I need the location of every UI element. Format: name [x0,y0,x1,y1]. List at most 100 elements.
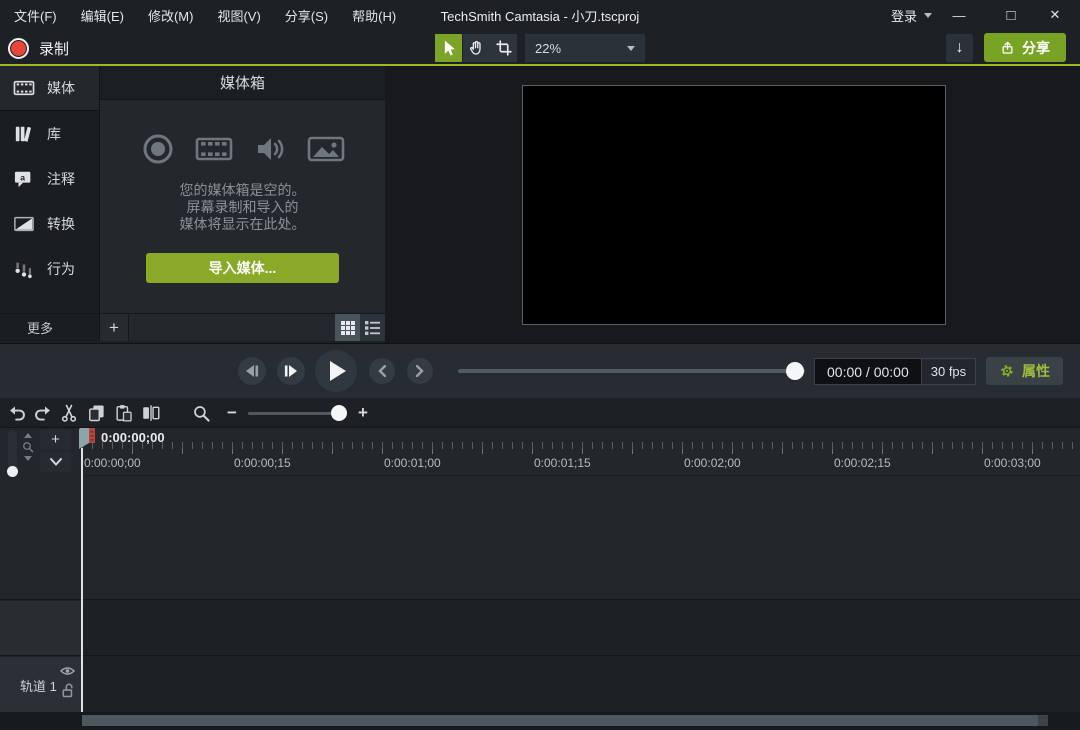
arrow-up-icon[interactable] [24,433,32,438]
properties-label: 属性 [1022,361,1050,381]
playback-slider-thumb[interactable] [786,362,804,380]
ruler-label: 0:00:00;00 [84,456,141,470]
import-media-button[interactable]: 导入媒体... [146,253,339,283]
magnifier-icon [192,404,211,423]
menu-modify[interactable]: 修改(M) [148,6,194,25]
audio-speaker-icon [253,132,287,166]
next-frame-icon [284,365,298,377]
sidebar-item-annotations[interactable]: a 注释 [0,156,99,201]
undo-button[interactable] [4,398,30,428]
share-label: 分享 [1022,38,1050,58]
add-track-button[interactable]: + [40,429,71,449]
annotation-icon: a [13,169,35,189]
sidebar-item-library[interactable]: 库 [0,111,99,156]
list-icon [364,320,381,336]
sidebar-item-media[interactable]: 媒体 [0,66,99,111]
sidebar-more-button[interactable]: 更多 [0,313,100,341]
filmstrip-icon [13,78,35,98]
arrow-down-icon[interactable] [24,456,32,461]
chevron-left-icon [378,365,386,377]
copy-button[interactable] [83,398,109,428]
canvas-zoom-dropdown[interactable]: 22% [525,34,645,62]
eye-icon[interactable] [60,666,75,676]
maximize-button[interactable]: □ [994,0,1028,30]
login-label: 登录 [891,6,917,25]
track-1-flags [60,666,75,698]
menu-share[interactable]: 分享(S) [285,6,328,25]
record-button[interactable]: 录制 [8,34,69,62]
sidebar-more-label: 更多 [27,318,53,337]
jump-back-button[interactable] [369,358,395,384]
login-button[interactable]: 登录 [891,0,932,30]
track-height-slider-thumb[interactable] [7,466,18,477]
redo-icon [33,404,53,422]
timeline-zoom-out-button[interactable]: − [219,398,245,428]
menu-file[interactable]: 文件(F) [14,6,57,25]
track-row-empty[interactable] [0,599,1080,655]
sidebar-item-transitions[interactable]: 转换 [0,201,99,246]
split-icon [141,404,161,422]
select-tool-button[interactable] [435,34,462,62]
chevron-right-icon [416,365,424,377]
ruler-label: 0:00:03;00 [984,456,1041,470]
menu-view[interactable]: 视图(V) [217,6,260,25]
preview-stage[interactable] [522,85,946,325]
share-button[interactable]: 分享 [984,33,1066,62]
ruler-label: 0:00:01;00 [384,456,441,470]
canvas-zoom-value: 22% [535,41,561,56]
track-row-1[interactable]: 轨道 1 [0,655,1080,712]
add-media-button[interactable]: + [100,314,129,341]
gear-icon [999,363,1015,379]
sidebar-item-label: 媒体 [47,78,75,98]
timeline-scrollbar-thumb[interactable] [82,715,1048,726]
play-button[interactable] [315,350,357,392]
playhead-flag[interactable] [78,428,97,449]
properties-button[interactable]: 属性 [986,357,1063,385]
grid-view-button[interactable] [335,314,360,341]
copy-icon [87,403,106,423]
timeline-zoom-slider-thumb[interactable] [331,405,347,421]
menu-help[interactable]: 帮助(H) [352,6,396,25]
ruler-minor-ticks [82,442,1080,449]
media-bin-bottom-bar: + [100,313,385,341]
timeline-scrollbar [0,712,1080,730]
crop-tool-button[interactable] [490,34,517,62]
redo-button[interactable] [30,398,56,428]
timeline-zoom-in-button[interactable]: + [350,398,376,428]
framerate-display[interactable]: 30 fps [921,359,975,384]
sidebar-item-behaviors[interactable]: 行为 [0,246,99,291]
previous-frame-button[interactable] [238,357,266,385]
cursor-icon [439,38,459,58]
menu-edit[interactable]: 编辑(E) [81,6,124,25]
chevron-down-icon [924,13,932,18]
video-filmstrip-icon [195,132,233,166]
track-zoom-control [21,433,35,461]
sidebar: 媒体 库 a 注释 转换 [0,66,100,313]
unlock-icon[interactable] [62,683,74,698]
timeline-scrollbar-cap [1038,715,1048,726]
next-frame-button[interactable] [277,357,305,385]
track-1-header[interactable]: 轨道 1 [0,657,82,713]
sidebar-item-label: 行为 [47,259,75,279]
current-time: 00:00 / 00:00 [815,359,921,384]
behaviors-icon [13,259,35,279]
timeline-zoom-button[interactable] [188,398,214,428]
playback-slider[interactable] [458,369,805,373]
paste-icon [114,403,133,423]
media-bin-empty-text: 您的媒体箱是空的。 屏幕录制和导入的 媒体将显示在此处。 [100,182,385,233]
close-button[interactable]: ✕ [1038,0,1072,30]
playhead-line[interactable] [81,448,83,712]
paste-button[interactable] [110,398,136,428]
download-button[interactable]: ↓ [946,34,973,62]
view-toggle [335,314,385,341]
track-options-button[interactable] [40,452,71,472]
pan-tool-button[interactable] [463,34,490,62]
record-label: 录制 [39,38,69,59]
list-view-button[interactable] [360,314,385,341]
jump-forward-button[interactable] [407,358,433,384]
chevron-down-icon [627,46,635,51]
split-button[interactable] [138,398,164,428]
cut-button[interactable] [56,398,82,428]
minimize-button[interactable]: — [942,0,976,30]
playhead-time: 0:00:00;00 [101,430,165,445]
